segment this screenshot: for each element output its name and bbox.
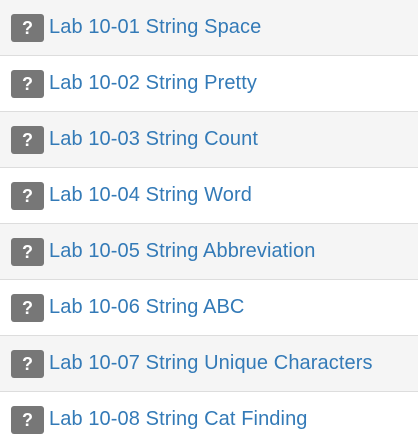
problem-link-10-07[interactable]: Lab 10-07 String Unique Characters — [49, 352, 373, 375]
problem-row-10-02[interactable]: ? Lab 10-02 String Pretty — [0, 55, 418, 111]
problem-row-10-05[interactable]: ? Lab 10-05 String Abbreviation — [0, 223, 418, 279]
problem-link-10-08[interactable]: Lab 10-08 String Cat Finding — [49, 408, 308, 431]
problem-row-10-08[interactable]: ? Lab 10-08 String Cat Finding — [0, 391, 418, 447]
question-mark-icon: ? — [11, 125, 44, 154]
problem-row-10-01[interactable]: ? Lab 10-01 String Space — [0, 0, 418, 55]
problem-link-10-06[interactable]: Lab 10-06 String ABC — [49, 296, 244, 319]
problem-row-10-07[interactable]: ? Lab 10-07 String Unique Characters — [0, 335, 418, 391]
problem-list: ? Lab 10-01 String Space ? Lab 10-02 Str… — [0, 0, 418, 448]
problem-link-10-04[interactable]: Lab 10-04 String Word — [49, 184, 252, 207]
problem-row-10-03[interactable]: ? Lab 10-03 String Count — [0, 111, 418, 167]
problem-link-10-01[interactable]: Lab 10-01 String Space — [49, 16, 261, 39]
problem-link-10-02[interactable]: Lab 10-02 String Pretty — [49, 72, 257, 95]
problem-link-10-05[interactable]: Lab 10-05 String Abbreviation — [49, 240, 315, 263]
question-mark-icon: ? — [11, 405, 44, 434]
question-mark-icon: ? — [11, 181, 44, 210]
problem-row-10-06[interactable]: ? Lab 10-06 String ABC — [0, 279, 418, 335]
question-mark-icon: ? — [11, 237, 44, 266]
question-mark-icon: ? — [11, 13, 44, 42]
question-mark-icon: ? — [11, 349, 44, 378]
problem-link-10-03[interactable]: Lab 10-03 String Count — [49, 128, 258, 151]
problem-row-10-04[interactable]: ? Lab 10-04 String Word — [0, 167, 418, 223]
question-mark-icon: ? — [11, 293, 44, 322]
question-mark-icon: ? — [11, 69, 44, 98]
